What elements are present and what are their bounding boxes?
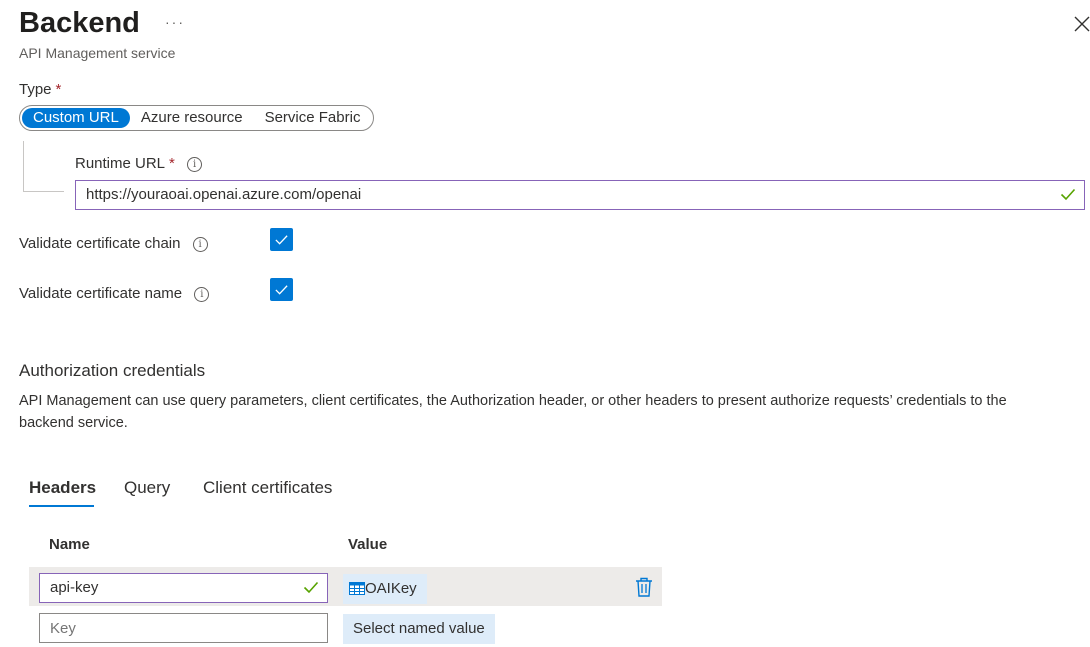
section-title-authorization: Authorization credentials xyxy=(19,361,206,380)
info-icon[interactable]: i xyxy=(187,156,203,172)
validate-chain-label-text: Validate certificate chain xyxy=(19,235,181,252)
tab-client-certificates[interactable]: Client certificates xyxy=(203,478,332,498)
page-title: Backend xyxy=(19,7,140,39)
tab-query[interactable]: Query xyxy=(124,478,170,498)
more-options-button[interactable]: ··· xyxy=(165,14,185,30)
header-name-input[interactable]: api-key xyxy=(39,573,328,603)
runtime-url-label-text: Runtime URL xyxy=(75,155,166,172)
type-segmented-control: Custom URL Azure resource Service Fabric xyxy=(19,105,375,131)
validate-name-label: Validate certificate name i xyxy=(19,285,210,302)
named-value-chip[interactable]: OAIKey xyxy=(343,574,427,604)
section-description: API Management can use query parameters,… xyxy=(19,393,1007,431)
info-icon[interactable]: i xyxy=(194,286,210,302)
runtime-url-label: Runtime URL * i xyxy=(75,155,203,172)
validate-name-label-text: Validate certificate name xyxy=(19,285,183,302)
named-value-label: OAIKey xyxy=(365,580,417,597)
column-header-value: Value xyxy=(348,536,388,553)
header-name-value: api-key xyxy=(50,579,99,596)
type-label-text: Type xyxy=(19,81,52,98)
tab-headers[interactable]: Headers xyxy=(29,478,96,498)
active-tab-indicator xyxy=(29,505,94,507)
close-icon[interactable] xyxy=(1073,15,1090,35)
trash-icon[interactable] xyxy=(635,577,653,597)
runtime-url-input[interactable]: https://youraoai.openai.azure.com/openai xyxy=(75,180,1085,210)
required-mark: * xyxy=(55,81,62,98)
checkmark-icon xyxy=(1060,188,1076,201)
type-option-service-fabric[interactable]: Service Fabric xyxy=(254,108,372,128)
validate-chain-label: Validate certificate chain i xyxy=(19,235,208,252)
checkmark-icon xyxy=(303,581,319,594)
info-icon[interactable]: i xyxy=(192,236,208,252)
select-named-value-button[interactable]: Select named value xyxy=(343,614,495,644)
page-subtitle: API Management service xyxy=(19,45,176,61)
tree-connector xyxy=(23,141,64,192)
table-icon xyxy=(349,582,365,595)
checkmark-icon xyxy=(275,285,288,295)
required-mark: * xyxy=(169,155,175,172)
type-option-azure-resource[interactable]: Azure resource xyxy=(130,108,254,128)
type-option-custom-url[interactable]: Custom URL xyxy=(22,108,130,128)
validate-name-checkbox[interactable] xyxy=(270,278,293,301)
type-label: Type * xyxy=(19,81,61,98)
checkmark-icon xyxy=(275,235,288,245)
validate-chain-checkbox[interactable] xyxy=(270,228,293,251)
runtime-url-value: https://youraoai.openai.azure.com/openai xyxy=(86,186,362,203)
new-header-key-input[interactable] xyxy=(39,613,328,643)
column-header-name: Name xyxy=(49,536,90,553)
